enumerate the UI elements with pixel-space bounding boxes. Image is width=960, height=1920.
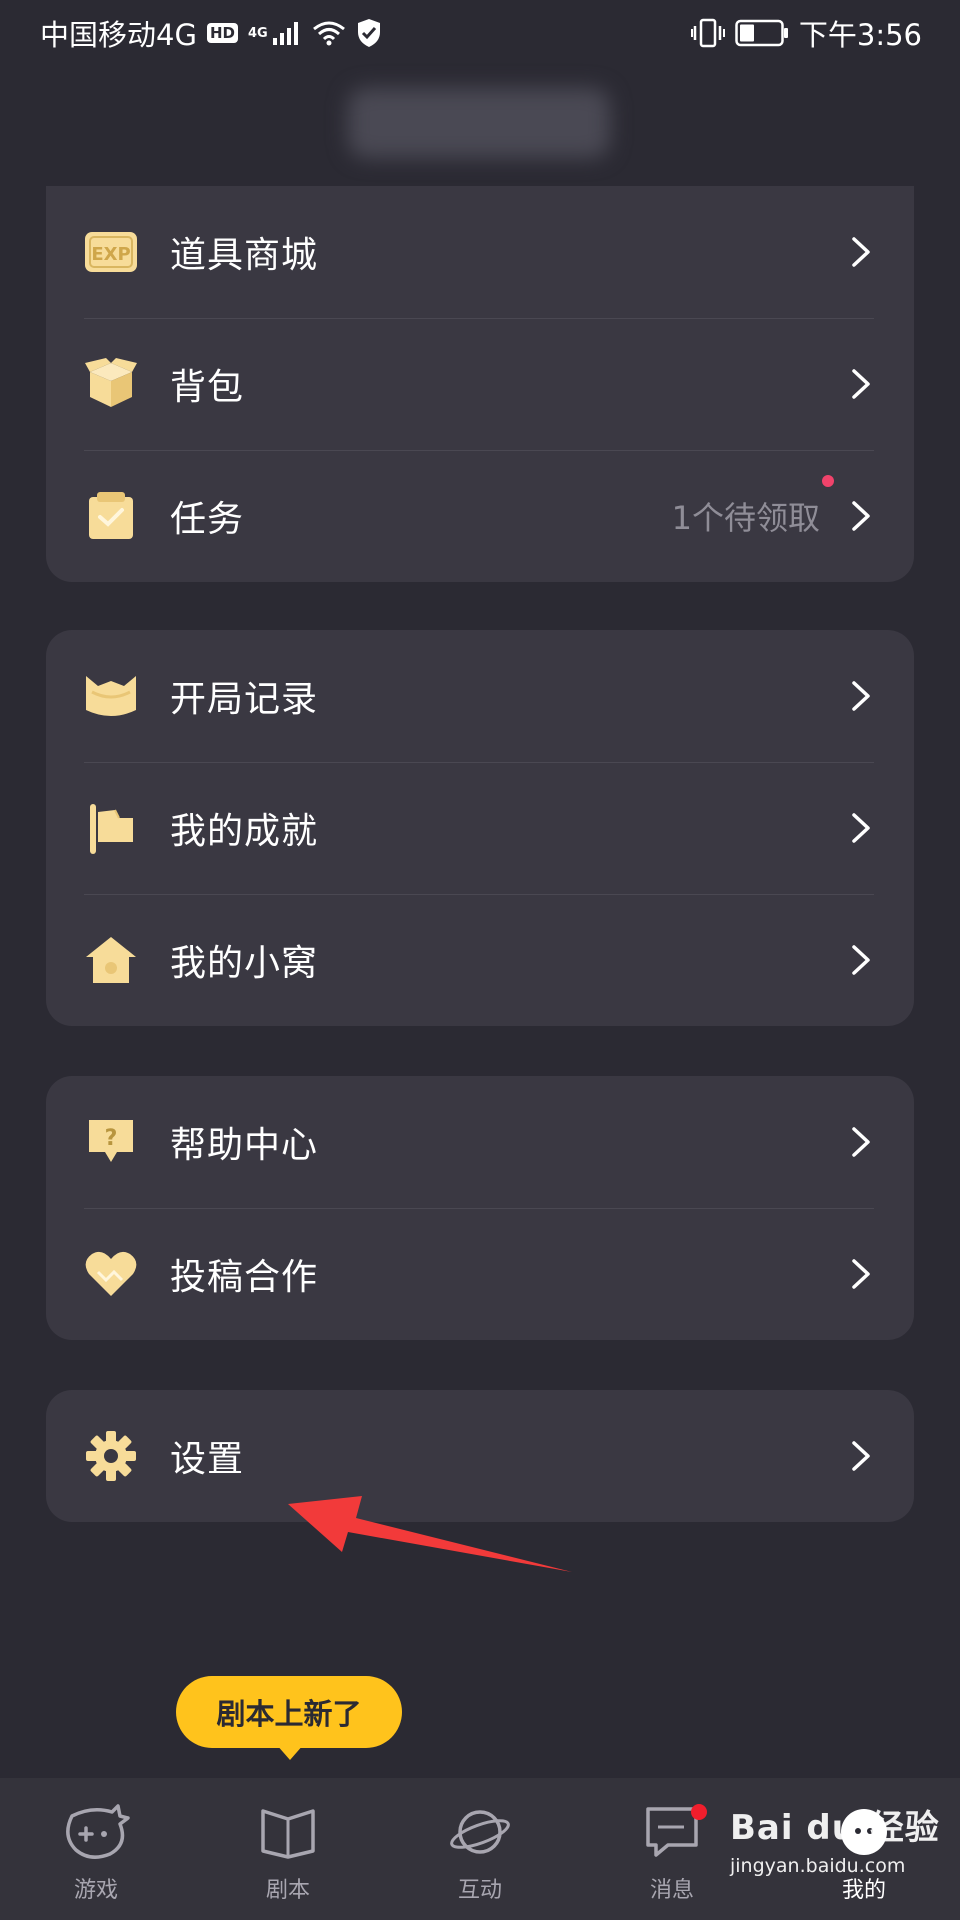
gear-icon xyxy=(84,1429,138,1483)
message-badge-dot xyxy=(691,1804,707,1820)
baidu-jingyan-watermark: Bai du 经验 jingyan.baidu.com xyxy=(730,1800,952,1910)
help-question-icon: ? xyxy=(84,1115,138,1169)
menu-row-record[interactable]: 开局记录 xyxy=(46,630,914,762)
task-clipboard-icon xyxy=(84,489,138,543)
menu-card-records: 开局记录 我的成就 我的小窝 xyxy=(46,630,914,1026)
battery-icon xyxy=(735,19,788,47)
nav-tab-games[interactable]: 游戏 xyxy=(0,1778,192,1920)
task-pending-label: 1个待领取 xyxy=(671,499,820,537)
hd-icon: HD xyxy=(206,23,238,43)
chevron-right-icon xyxy=(852,945,870,975)
row-label-settings: 设置 xyxy=(170,1439,245,1480)
flag-icon xyxy=(84,801,138,855)
notification-dot xyxy=(822,475,834,487)
row-label-bag: 背包 xyxy=(170,367,245,408)
handshake-heart-icon xyxy=(84,1247,138,1301)
menu-row-shop[interactable]: EXP 道具商城 xyxy=(46,186,914,318)
svg-text:?: ? xyxy=(105,1126,118,1151)
gamepad-monster-icon xyxy=(61,1802,131,1862)
row-label-task: 任务 xyxy=(170,499,245,540)
watermark-url: jingyan.baidu.com xyxy=(730,1855,906,1877)
watermark-brand: Bai du 经验 xyxy=(730,1808,940,1848)
shop-ticket-icon: EXP xyxy=(84,225,138,279)
chevron-right-icon xyxy=(852,237,870,267)
house-icon xyxy=(84,933,138,987)
blurred-username xyxy=(348,88,610,158)
carrier-label: 中国移动4G xyxy=(40,18,197,52)
chevron-right-icon xyxy=(852,369,870,399)
status-left: 中国移动4G HD 4G xyxy=(40,12,382,54)
planet-icon xyxy=(445,1802,515,1862)
row-label-record: 开局记录 xyxy=(170,679,319,720)
network-type-label: 4G xyxy=(247,26,268,41)
nav-label-scripts: 剧本 xyxy=(265,1878,310,1903)
menu-card-items: EXP 道具商城 背包 任务 1个待领取 xyxy=(46,186,914,582)
menu-row-nest[interactable]: 我的小窝 xyxy=(46,894,914,1026)
menu-row-help[interactable]: ? 帮助中心 xyxy=(46,1076,914,1208)
chevron-right-icon xyxy=(852,501,870,531)
wifi-icon xyxy=(312,21,345,46)
menu-row-contribute[interactable]: 投稿合作 xyxy=(46,1208,914,1340)
nav-label-games: 游戏 xyxy=(73,1878,118,1903)
box-icon xyxy=(84,357,138,411)
nav-label-interact: 互动 xyxy=(457,1878,502,1903)
row-label-nest: 我的小窝 xyxy=(170,943,319,984)
status-right: 下午3:56 xyxy=(690,12,922,54)
chevron-right-icon xyxy=(852,681,870,711)
row-label-achievement: 我的成就 xyxy=(170,811,319,852)
nav-tab-scripts[interactable]: 剧本 xyxy=(192,1778,384,1920)
nav-label-messages: 消息 xyxy=(649,1878,694,1903)
chevron-right-icon xyxy=(852,1441,870,1471)
row-label-shop: 道具商城 xyxy=(170,235,319,276)
menu-row-bag[interactable]: 背包 xyxy=(46,318,914,450)
row-label-contribute: 投稿合作 xyxy=(170,1257,319,1298)
nav-tab-interact[interactable]: 互动 xyxy=(384,1778,576,1920)
clock: 下午3:56 xyxy=(798,18,922,52)
shield-icon xyxy=(357,19,380,47)
chevron-right-icon xyxy=(852,1127,870,1157)
status-bar: 中国移动4G HD 4G 下午3:56 xyxy=(0,0,960,66)
tooltip-tail xyxy=(276,1744,304,1760)
chat-bubble-icon xyxy=(637,1802,707,1862)
chevron-right-icon xyxy=(852,813,870,843)
annotation-arrow xyxy=(288,1496,572,1572)
menu-card-support: ? 帮助中心 投稿合作 xyxy=(46,1076,914,1340)
chevron-right-icon xyxy=(852,1259,870,1289)
new-script-tooltip[interactable]: 剧本上新了 xyxy=(176,1676,402,1748)
menu-row-achievement[interactable]: 我的成就 xyxy=(46,762,914,894)
vibrate-icon xyxy=(690,18,725,48)
cat-record-icon xyxy=(84,669,138,723)
task-pending-text: 1个待领取 xyxy=(671,475,834,539)
menu-row-task[interactable]: 任务 1个待领取 xyxy=(46,450,914,582)
svg-text:EXP: EXP xyxy=(91,244,130,265)
row-label-help: 帮助中心 xyxy=(170,1125,319,1166)
signal-icon xyxy=(272,22,298,45)
open-book-icon xyxy=(253,1802,323,1862)
